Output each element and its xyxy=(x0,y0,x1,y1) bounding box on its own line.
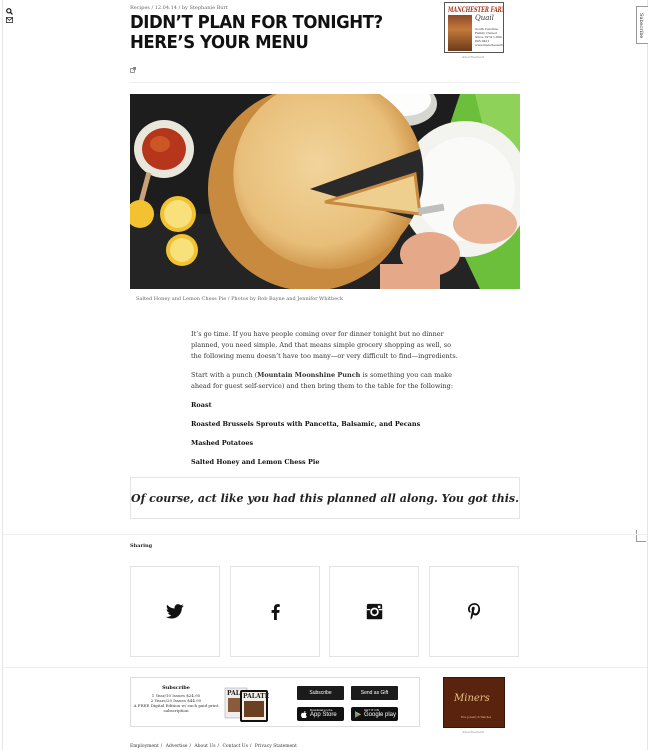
footer-link[interactable]: Contact Us xyxy=(222,744,247,749)
menu-item: Roasted Brussels Sprouts with Pancetta, … xyxy=(191,420,421,428)
pinterest-icon xyxy=(467,603,480,620)
bottom-advertisement[interactable]: Miners Fine Jewelry & Watches xyxy=(443,677,505,728)
send-as-gift-button[interactable]: Send as Gift xyxy=(351,686,398,700)
top-advertisement[interactable]: MANCHESTER FARMS Quail South Carolina Fa… xyxy=(444,2,504,53)
article-body: It’s go time. If you have people coming … xyxy=(191,329,463,476)
ad-logo: Miners xyxy=(454,693,490,704)
menu-item: Roast xyxy=(191,401,212,409)
hero-image xyxy=(130,94,520,289)
breadcrumb[interactable]: Recipes / 12.04.14 / by Stephanie Burt xyxy=(130,5,228,11)
divider xyxy=(130,82,520,83)
scroll-marker xyxy=(636,530,646,542)
sharing-label: Sharing xyxy=(130,543,153,549)
google-play-label: GET IT ON Google play xyxy=(364,708,397,719)
footer-links: Employment / Advertise / About Us / Contact… xyxy=(130,744,297,749)
apple-icon xyxy=(301,710,307,718)
pull-quote: Of course, act like you had this planned… xyxy=(130,477,520,519)
app-store-button[interactable]: Download on the App Store xyxy=(297,707,344,721)
footer-link[interactable]: Advertise xyxy=(166,744,188,749)
footer-link[interactable]: Privacy Statement xyxy=(255,744,297,749)
punch-link[interactable]: Mountain Moonshine Punch xyxy=(257,371,360,379)
menu-item: Salted Honey and Lemon Chess Pie xyxy=(191,458,320,466)
ad-text: South Carolina Family Owned Since 1974 1… xyxy=(475,27,504,47)
search-icon[interactable] xyxy=(6,8,13,15)
paragraph: It’s go time. If you have people coming … xyxy=(191,330,458,360)
share-twitter-button[interactable] xyxy=(130,566,220,657)
menu-item: Mashed Potatoes xyxy=(191,439,254,447)
magazine-covers: PALATE PALATE xyxy=(224,684,270,724)
share-facebook-button[interactable] xyxy=(230,566,320,657)
share-pinterest-button[interactable] xyxy=(429,566,519,657)
subscribe-button[interactable]: Subscribe xyxy=(297,686,344,700)
app-store-label: Download on the App Store xyxy=(310,708,337,719)
subscribe-heading: Subscribe xyxy=(162,685,190,691)
ad-tagline: Fine Jewelry & Watches xyxy=(460,716,492,719)
subscribe-tab[interactable]: Subscribe xyxy=(636,6,648,44)
ad-sub-brand: Quail xyxy=(475,14,494,22)
google-play-icon xyxy=(355,710,361,718)
twitter-icon xyxy=(166,604,184,619)
subscribe-info: Subscribe 1 Year/10 Issues $24.95 2 Year… xyxy=(133,685,219,714)
page-title: DIDN’T PLAN FOR TONIGHT? HERE’S YOUR MEN… xyxy=(130,12,383,53)
footer-link[interactable]: Employment xyxy=(130,744,159,749)
magazine-title: PALATE xyxy=(243,693,270,700)
instagram-icon xyxy=(366,603,382,620)
ad-label: Advertisement xyxy=(462,730,485,734)
ad-label: Advertisement xyxy=(462,55,485,59)
divider xyxy=(3,667,647,668)
external-link-icon[interactable] xyxy=(130,58,136,77)
google-play-button[interactable]: GET IT ON Google play xyxy=(351,707,398,721)
ad-brand-name: MANCHESTER FARMS xyxy=(448,5,503,14)
share-instagram-button[interactable] xyxy=(329,566,419,657)
paragraph: Start with a punch (Mountain Moonshine P… xyxy=(191,371,454,390)
image-caption: Salted Honey and Lemon Chess Pie / Photo… xyxy=(136,296,344,302)
subscribe-box: Subscribe 1 Year/10 Issues $24.95 2 Year… xyxy=(130,677,420,727)
mail-icon[interactable] xyxy=(6,17,13,23)
ad-photo xyxy=(448,15,472,51)
footer-link[interactable]: About Us xyxy=(194,744,215,749)
divider xyxy=(3,534,647,535)
facebook-icon xyxy=(271,603,280,620)
subscribe-offer: A FREE Digital Edition w/ each paid prin… xyxy=(133,703,219,713)
